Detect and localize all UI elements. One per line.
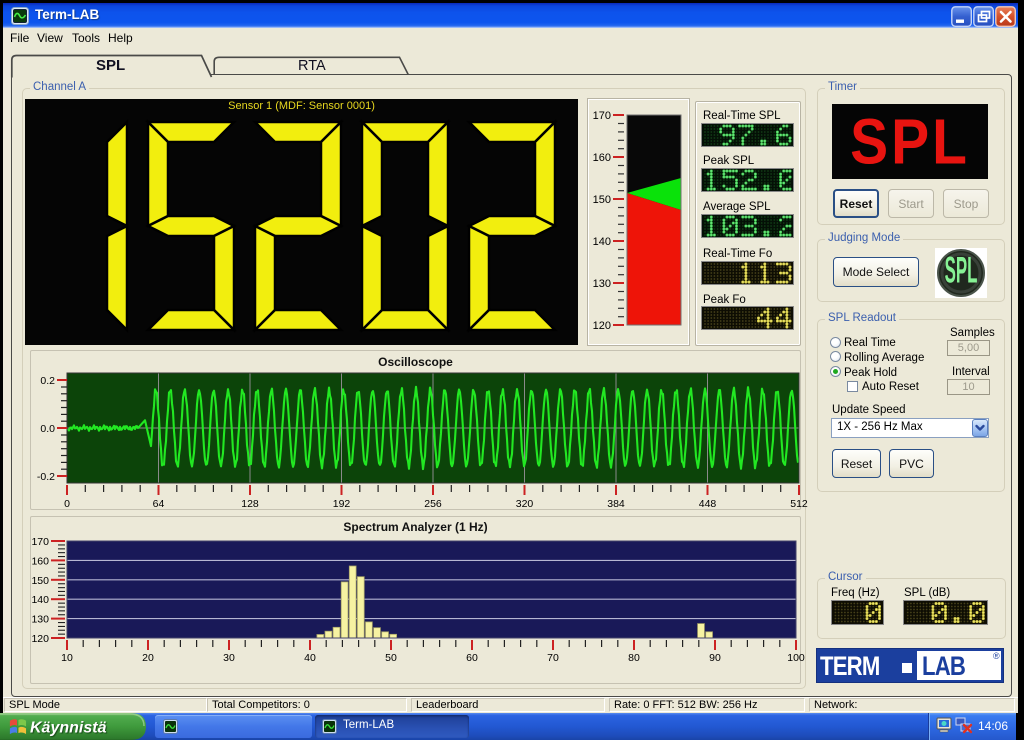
svg-text:170: 170 bbox=[31, 536, 49, 548]
svg-text:150: 150 bbox=[593, 194, 611, 206]
svg-text:128: 128 bbox=[241, 498, 259, 510]
svg-text:-0.2: -0.2 bbox=[37, 471, 55, 483]
svg-text:192: 192 bbox=[333, 498, 351, 510]
svg-text:0.0: 0.0 bbox=[40, 423, 55, 435]
svg-text:80: 80 bbox=[628, 652, 640, 664]
svg-text:64: 64 bbox=[153, 498, 165, 510]
svg-text:320: 320 bbox=[516, 498, 534, 510]
svg-text:448: 448 bbox=[699, 498, 717, 510]
svg-text:160: 160 bbox=[593, 152, 611, 164]
svg-text:140: 140 bbox=[593, 236, 611, 248]
svg-text:160: 160 bbox=[31, 555, 49, 567]
svg-text:0.2: 0.2 bbox=[40, 375, 55, 387]
svg-text:10: 10 bbox=[61, 652, 73, 664]
svg-text:0: 0 bbox=[64, 498, 70, 510]
svg-text:100: 100 bbox=[787, 652, 805, 664]
svg-text:384: 384 bbox=[607, 498, 625, 510]
svg-text:20: 20 bbox=[142, 652, 154, 664]
svg-text:50: 50 bbox=[385, 652, 397, 664]
svg-text:SPL: SPL bbox=[945, 251, 978, 291]
svg-text:30: 30 bbox=[223, 652, 235, 664]
svg-text:130: 130 bbox=[593, 278, 611, 290]
svg-text:256: 256 bbox=[424, 498, 442, 510]
svg-text:60: 60 bbox=[466, 652, 478, 664]
svg-text:70: 70 bbox=[547, 652, 559, 664]
svg-text:40: 40 bbox=[304, 652, 316, 664]
svg-text:120: 120 bbox=[31, 633, 49, 645]
svg-text:Käynnistä: Käynnistä bbox=[30, 720, 107, 737]
svg-text:170: 170 bbox=[593, 110, 611, 122]
svg-text:90: 90 bbox=[709, 652, 721, 664]
svg-text:130: 130 bbox=[31, 614, 49, 626]
svg-text:512: 512 bbox=[790, 498, 808, 510]
svg-text:150: 150 bbox=[31, 575, 49, 587]
svg-text:140: 140 bbox=[31, 594, 49, 606]
svg-text:120: 120 bbox=[593, 320, 611, 332]
